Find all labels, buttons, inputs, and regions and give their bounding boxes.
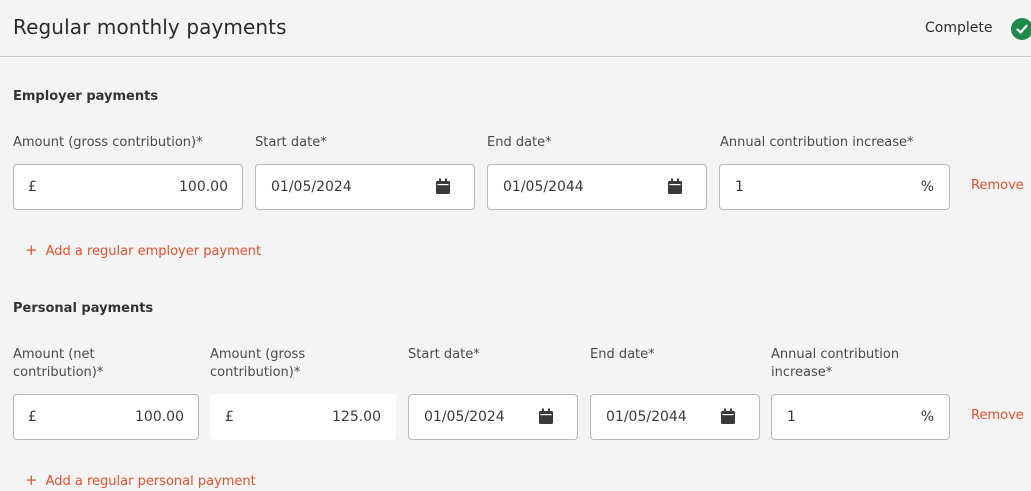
personal-amount-gross-label: Amount (gross contribution)* — [210, 347, 306, 380]
date-value: 01/05/2044 — [503, 179, 584, 195]
date-value: 01/05/2044 — [606, 409, 687, 425]
date-value: 01/05/2024 — [271, 179, 352, 195]
percent-suffix: % — [920, 179, 934, 195]
employer-end-date-label: End date* — [487, 135, 552, 150]
calendar-icon[interactable] — [436, 178, 450, 194]
section-header: Regular monthly payments Complete — [0, 0, 1031, 57]
employer-amount-gross-input[interactable]: £ 100.00 — [13, 164, 243, 210]
personal-amount-net-input[interactable]: £ 100.00 — [13, 394, 199, 440]
calendar-icon[interactable] — [539, 408, 553, 424]
employer-end-date-input[interactable]: 01/05/2044 — [487, 164, 707, 210]
personal-end-date-label: End date* — [590, 347, 655, 362]
add-personal-payment-label: Add a regular personal payment — [45, 474, 256, 489]
add-personal-payment-link[interactable]: + Add a regular personal payment — [25, 471, 256, 489]
increase-value: 1 — [735, 179, 744, 195]
amount-value: 100.00 — [179, 179, 228, 195]
add-employer-payment-label: Add a regular employer payment — [45, 244, 262, 259]
calendar-icon[interactable] — [721, 408, 735, 424]
currency-prefix: £ — [28, 179, 37, 195]
date-value: 01/05/2024 — [424, 409, 505, 425]
currency-prefix: £ — [225, 409, 234, 425]
employer-annual-increase-input[interactable]: 1 % — [719, 164, 950, 210]
employer-section-title: Employer payments — [13, 89, 159, 104]
plus-icon: + — [25, 241, 38, 259]
personal-remove-button[interactable]: Remove — [971, 408, 1024, 423]
employer-remove-button[interactable]: Remove — [971, 178, 1024, 193]
personal-annual-increase-label: Annual contribution increase* — [771, 347, 900, 380]
employer-start-date-input[interactable]: 01/05/2024 — [255, 164, 475, 210]
personal-start-date-label: Start date* — [408, 347, 480, 362]
personal-annual-increase-input[interactable]: 1 % — [771, 394, 950, 440]
personal-amount-net-label: Amount (net contribution)* — [13, 347, 104, 380]
personal-section-title: Personal payments — [13, 301, 154, 316]
personal-end-date-input[interactable]: 01/05/2044 — [590, 394, 760, 440]
page-title: Regular monthly payments — [13, 15, 287, 39]
status-label: Complete — [925, 20, 993, 36]
employer-start-date-label: Start date* — [255, 135, 327, 150]
add-employer-payment-link[interactable]: + Add a regular employer payment — [25, 241, 261, 259]
personal-amount-gross-input[interactable]: £ 125.00 — [210, 394, 396, 440]
increase-value: 1 — [787, 409, 796, 425]
employer-amount-gross-label: Amount (gross contribution)* — [13, 135, 203, 150]
amount-value: 125.00 — [332, 409, 381, 425]
employer-annual-increase-label: Annual contribution increase* — [720, 135, 914, 150]
calendar-icon[interactable] — [668, 178, 682, 194]
plus-icon: + — [25, 471, 38, 489]
personal-start-date-input[interactable]: 01/05/2024 — [408, 394, 578, 440]
check-circle-icon — [1011, 18, 1031, 40]
amount-value: 100.00 — [135, 409, 184, 425]
currency-prefix: £ — [28, 409, 37, 425]
percent-suffix: % — [920, 409, 934, 425]
